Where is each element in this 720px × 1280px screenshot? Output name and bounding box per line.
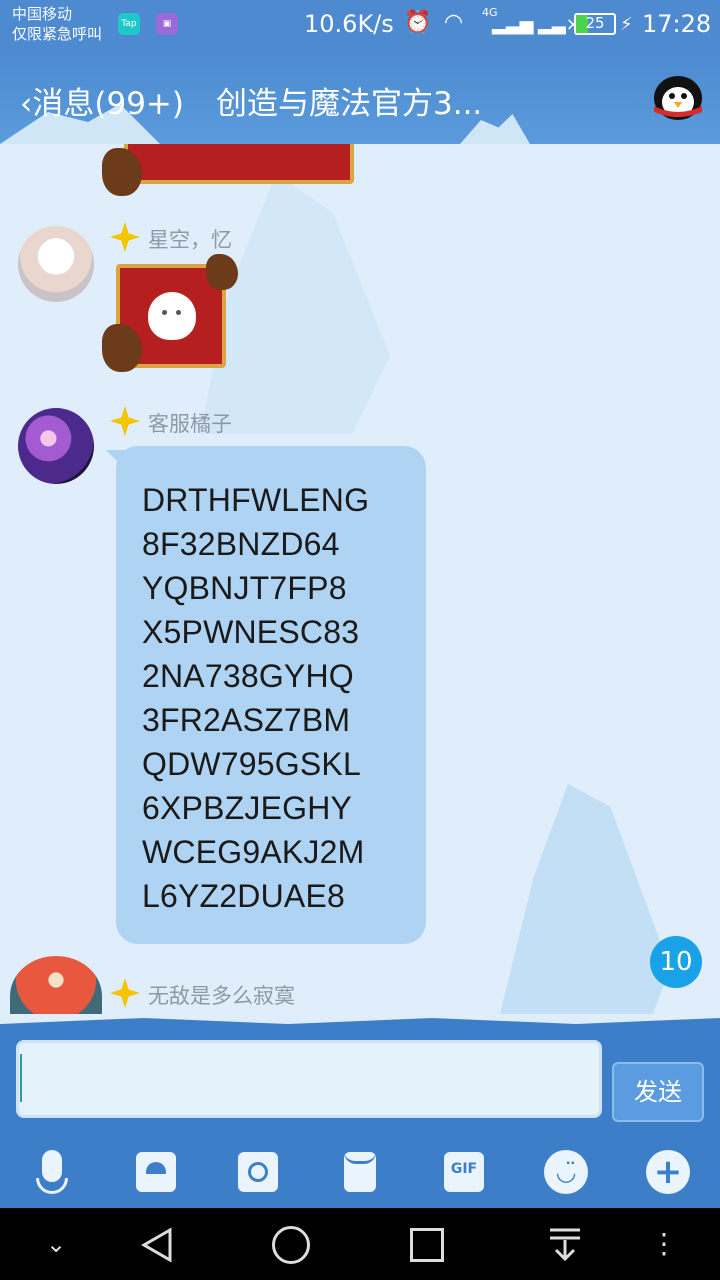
input-bar: 发送: [0, 1014, 720, 1136]
more-icon[interactable]: ⋮: [634, 1226, 694, 1262]
net-speed: 10.6K/s: [304, 10, 394, 38]
message-line: WCEG9AKJ2M: [142, 834, 365, 870]
gallery-app-icon: ▣: [156, 13, 178, 35]
sticker-message[interactable]: [124, 144, 354, 184]
chat-header: ‹消息(99+) 创造与魔法官方3...: [0, 52, 720, 144]
input-toolbar: GIF ◡̈ +: [0, 1136, 720, 1208]
plus-icon[interactable]: +: [644, 1148, 692, 1196]
pull-down-icon[interactable]: [548, 1226, 582, 1262]
text-message-bubble[interactable]: DRTHFWLENG 8F32BNZD64 YQBNJT7FP8 X5PWNES…: [116, 446, 426, 944]
battery-level: 25: [585, 14, 605, 32]
background-iceberg: [200, 174, 390, 434]
message-line: 3FR2ASZ7BM: [142, 702, 351, 738]
taptap-app-icon: Tap: [118, 13, 140, 35]
avatar[interactable]: [10, 956, 102, 1014]
message-line: 8F32BNZD64: [142, 526, 340, 562]
rank-badge-icon: [110, 978, 140, 1008]
carrier-info: 中国移动 仅限紧急呼叫: [12, 4, 102, 44]
wave-decoration: [0, 1014, 720, 1024]
unread-count-badge[interactable]: 10: [650, 936, 702, 988]
camera-icon[interactable]: [234, 1148, 282, 1196]
wifi-icon: ◠: [444, 10, 464, 35]
sender-nickname: 客服橘子: [148, 412, 232, 436]
home-icon[interactable]: [272, 1226, 310, 1264]
dragon-frame-decoration: [206, 254, 238, 290]
avatar[interactable]: [18, 408, 94, 484]
chat-messages-area[interactable]: 星空，忆 客服橘子 DRTHFWLENG 8F32BNZD64 YQBNJT7F…: [0, 144, 720, 1014]
rank-badge-icon: [110, 406, 140, 436]
message-line: X5PWNESC83: [142, 614, 360, 650]
image-icon[interactable]: [132, 1148, 180, 1196]
message-line: YQBNJT7FP8: [142, 570, 347, 606]
chat-title: 创造与魔法官方3...: [216, 86, 483, 122]
sender-nickname: 星空，忆: [148, 228, 232, 252]
message-line: 6XPBZJEGHY: [142, 790, 353, 826]
mic-icon[interactable]: [28, 1148, 76, 1196]
message-line: L6YZ2DUAE8: [142, 878, 345, 914]
clock: 17:28: [642, 10, 712, 38]
back-button[interactable]: ‹消息(99+): [20, 78, 184, 123]
sender-nickname: 无敌是多么寂寞: [148, 984, 295, 1008]
dragon-frame-decoration: [102, 148, 142, 196]
text-cursor: [20, 1054, 22, 1102]
carrier-name: 中国移动: [12, 5, 73, 23]
recents-icon[interactable]: [410, 1228, 444, 1262]
red-packet-icon[interactable]: [336, 1148, 384, 1196]
message-line: QDW795GSKL: [142, 746, 361, 782]
alarm-icon: ⏰: [404, 10, 432, 35]
emoji-icon[interactable]: ◡̈: [542, 1148, 590, 1196]
gif-label: GIF: [450, 1161, 478, 1177]
message-line: DRTHFWLENG: [142, 482, 370, 518]
signal-icon: ▂▃▅: [492, 14, 534, 35]
send-button[interactable]: 发送: [612, 1062, 704, 1122]
ghost-sticker-icon: [148, 292, 196, 340]
status-bar: 中国移动 仅限紧急呼叫 Tap ▣ 10.6K/s ⏰ ◠ 4G ▂▃▅ ▂▃×…: [0, 0, 720, 52]
background-iceberg: [500, 784, 670, 1014]
message-input[interactable]: [16, 1040, 602, 1118]
back-icon[interactable]: [138, 1226, 176, 1264]
group-profile-icon[interactable]: [650, 72, 706, 122]
charging-icon: ⚡: [620, 14, 633, 35]
collapse-icon[interactable]: ⌄: [26, 1226, 86, 1262]
gif-icon[interactable]: GIF: [440, 1148, 488, 1196]
message-line: 2NA738GYHQ: [142, 658, 354, 694]
dragon-frame-decoration: [102, 324, 142, 372]
emergency-calls-only: 仅限紧急呼叫: [12, 25, 103, 43]
avatar[interactable]: [18, 226, 94, 302]
system-nav-bar: ⌄ ⋮: [0, 1208, 720, 1280]
rank-badge-icon: [110, 222, 140, 252]
battery-icon: 25: [574, 13, 616, 35]
